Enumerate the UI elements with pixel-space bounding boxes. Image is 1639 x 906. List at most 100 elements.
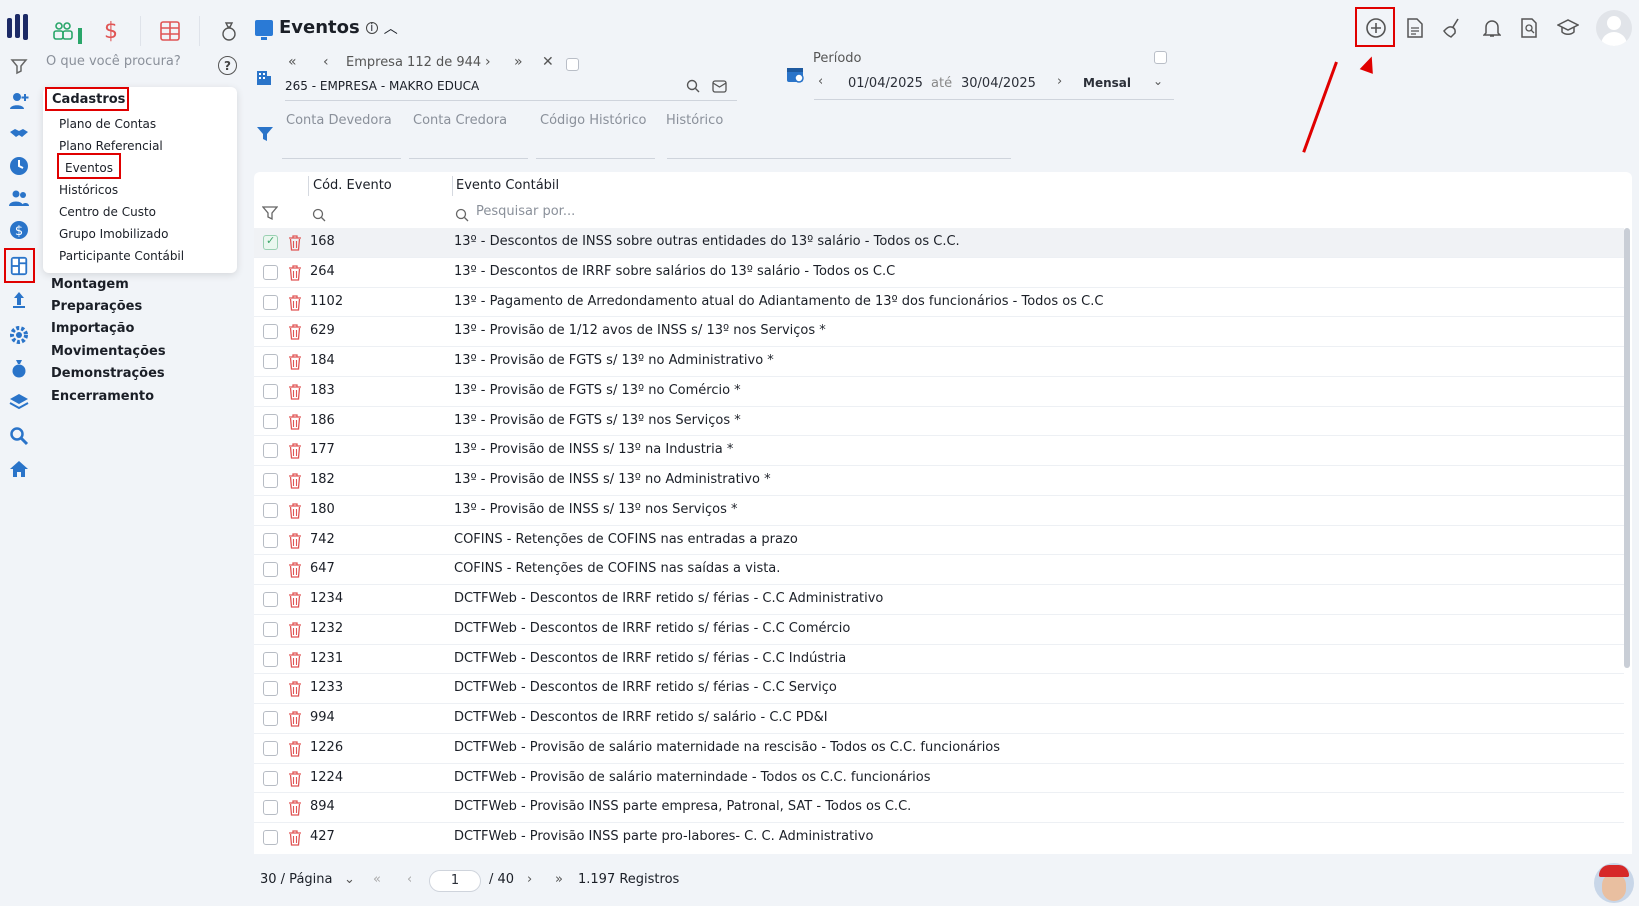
menu-section-encerramento[interactable]: Encerramento <box>51 389 154 404</box>
search-icon[interactable] <box>455 207 469 222</box>
trash-icon[interactable] <box>288 800 302 816</box>
prev-period-button[interactable]: ‹ <box>818 74 823 89</box>
row-checkbox[interactable] <box>263 264 278 280</box>
table-row[interactable]: 1233 DCTFWeb - Descontos de IRRF retido s… <box>254 674 1624 704</box>
trash-icon[interactable] <box>288 532 302 549</box>
search-icon[interactable] <box>686 78 700 93</box>
next-period-button[interactable]: › <box>1057 74 1062 89</box>
prev-page-button[interactable]: ‹ <box>407 872 412 887</box>
row-checkbox[interactable] <box>263 324 278 340</box>
filter-icon[interactable] <box>7 54 31 78</box>
table-row[interactable]: 1102 13º - Pagamento de Arredondamento at… <box>254 288 1624 318</box>
trash-icon[interactable] <box>288 294 302 311</box>
row-checkbox[interactable] <box>263 740 278 756</box>
search-icon[interactable] <box>312 207 326 222</box>
assistant-avatar[interactable] <box>1594 863 1634 903</box>
menu-section-montagem[interactable]: Montagem <box>51 277 129 292</box>
table-row[interactable]: 1224 DCTFWeb - Provisão de salário matern… <box>254 764 1624 794</box>
grid-icon[interactable] <box>155 16 185 46</box>
layers-icon[interactable] <box>7 390 31 414</box>
filter-historico[interactable]: Histórico <box>666 113 723 128</box>
filter-icon[interactable] <box>256 125 274 143</box>
menu-item-participante-contabil[interactable]: Participante Contábil <box>59 249 184 263</box>
row-checkbox[interactable] <box>263 830 278 845</box>
row-checkbox[interactable] <box>263 651 278 667</box>
dollar-icon[interactable]: $ <box>7 218 31 242</box>
gear-network-icon[interactable] <box>7 323 31 347</box>
money-bag-icon[interactable] <box>214 16 244 46</box>
menu-section-demonstracoes[interactable]: Demonstrações <box>51 366 165 381</box>
trash-icon[interactable] <box>288 592 302 608</box>
filter-codigo-historico[interactable]: Código Histórico <box>540 113 647 128</box>
table-row[interactable]: 994 DCTFWeb - Descontos de IRRF retido s/… <box>254 704 1624 734</box>
people-group-icon[interactable] <box>48 16 78 46</box>
trash-icon[interactable] <box>288 235 302 251</box>
row-checkbox[interactable] <box>263 443 278 459</box>
trash-icon[interactable] <box>288 622 302 638</box>
period-checkbox[interactable] <box>1154 51 1167 64</box>
table-row[interactable]: 1231 DCTFWeb - Descontos de IRRF retido s… <box>254 645 1624 675</box>
period-to-input[interactable]: 30/04/2025 <box>961 76 1036 91</box>
table-row[interactable]: 182 13º - Provisão de INSS s/ 13º no Admi… <box>254 466 1624 496</box>
trash-icon[interactable] <box>288 413 302 430</box>
table-row[interactable]: 894 DCTFWeb - Provisão INSS parte empresa… <box>254 793 1624 823</box>
person-add-icon[interactable] <box>7 89 31 113</box>
table-row[interactable]: 177 13º - Provisão de INSS s/ 13º na Indu… <box>254 436 1624 466</box>
bell-icon[interactable] <box>1476 12 1508 44</box>
broom-icon[interactable] <box>1437 12 1469 44</box>
menu-item-plano-referencial[interactable]: Plano Referencial <box>59 139 163 153</box>
chevron-down-icon[interactable]: ⌄ <box>344 872 355 887</box>
trash-icon[interactable] <box>288 473 302 489</box>
first-page-button[interactable]: « <box>373 872 381 887</box>
trash-icon[interactable] <box>288 711 302 727</box>
row-checkbox[interactable] <box>263 621 278 637</box>
trash-icon[interactable] <box>288 503 302 519</box>
row-checkbox[interactable] <box>263 592 278 607</box>
row-checkbox[interactable] <box>263 532 278 548</box>
row-checkbox[interactable] <box>263 681 278 697</box>
table-row[interactable]: 742 COFINS - Retenções de COFINS nas entr… <box>254 526 1624 556</box>
menu-item-historicos[interactable]: Históricos <box>59 183 118 197</box>
company-select[interactable]: 265 - EMPRESA - MAKRO EDUCA <box>285 77 737 101</box>
first-company-button[interactable]: « <box>288 54 297 70</box>
prev-company-button[interactable]: ‹ <box>323 54 329 70</box>
table-row[interactable]: 184 13º - Provisão de FGTS s/ 13º no Admi… <box>254 347 1624 377</box>
user-avatar[interactable] <box>1596 10 1632 46</box>
column-header-evento-contabil[interactable]: Evento Contábil <box>456 178 559 193</box>
search-icon[interactable] <box>7 424 31 448</box>
trash-icon[interactable] <box>288 770 302 787</box>
table-row[interactable]: 168 13º - Descontos de INSS sobre outras … <box>254 228 1624 258</box>
next-company-button[interactable]: › <box>485 54 491 70</box>
row-checkbox[interactable] <box>263 234 278 250</box>
last-page-button[interactable]: » <box>555 872 563 887</box>
table-row[interactable]: 1226 DCTFWeb - Provisão de salário matern… <box>254 734 1624 764</box>
document-icon[interactable] <box>1399 12 1431 44</box>
app-logo[interactable] <box>7 14 33 42</box>
company-checkbox[interactable] <box>566 58 579 71</box>
chevron-up-icon[interactable]: ︿ <box>384 18 398 38</box>
table-row[interactable]: 647 COFINS - Retenções de COFINS nas saíd… <box>254 555 1624 585</box>
dollar-icon[interactable]: $ <box>96 16 126 46</box>
row-checkbox[interactable] <box>263 711 278 726</box>
table-row[interactable]: 186 13º - Provisão de FGTS s/ 13º nos Ser… <box>254 407 1624 437</box>
table-row[interactable]: 180 13º - Provisão de INSS s/ 13º nos Ser… <box>254 496 1624 526</box>
column-header-cod-evento[interactable]: Cód. Evento <box>313 178 392 193</box>
row-checkbox[interactable] <box>263 562 278 578</box>
clock-icon[interactable] <box>7 154 31 178</box>
table-row[interactable]: 427 DCTFWeb - Provisão INSS parte pro-lab… <box>254 823 1624 851</box>
trash-icon[interactable] <box>288 681 302 697</box>
table-row[interactable]: 629 13º - Provisão de 1/12 avos de INSS s… <box>254 317 1624 347</box>
report-search-icon[interactable] <box>1513 12 1545 44</box>
row-checkbox[interactable] <box>263 800 278 816</box>
per-page-select[interactable]: 30 / Página <box>260 872 332 887</box>
chevron-down-icon[interactable]: ⌄ <box>1153 74 1163 88</box>
page-input[interactable]: 1 <box>429 870 481 892</box>
menu-section-importacao[interactable]: Importação <box>51 321 134 336</box>
row-checkbox[interactable] <box>263 770 278 786</box>
menu-search-input[interactable]: O que você procura? <box>46 54 238 76</box>
trash-icon[interactable] <box>288 354 302 370</box>
trash-icon[interactable] <box>288 384 302 400</box>
table-row[interactable]: 1232 DCTFWeb - Descontos de IRRF retido s… <box>254 615 1624 645</box>
filter-icon[interactable] <box>261 205 279 221</box>
menu-item-centro-de-custo[interactable]: Centro de Custo <box>59 205 156 219</box>
